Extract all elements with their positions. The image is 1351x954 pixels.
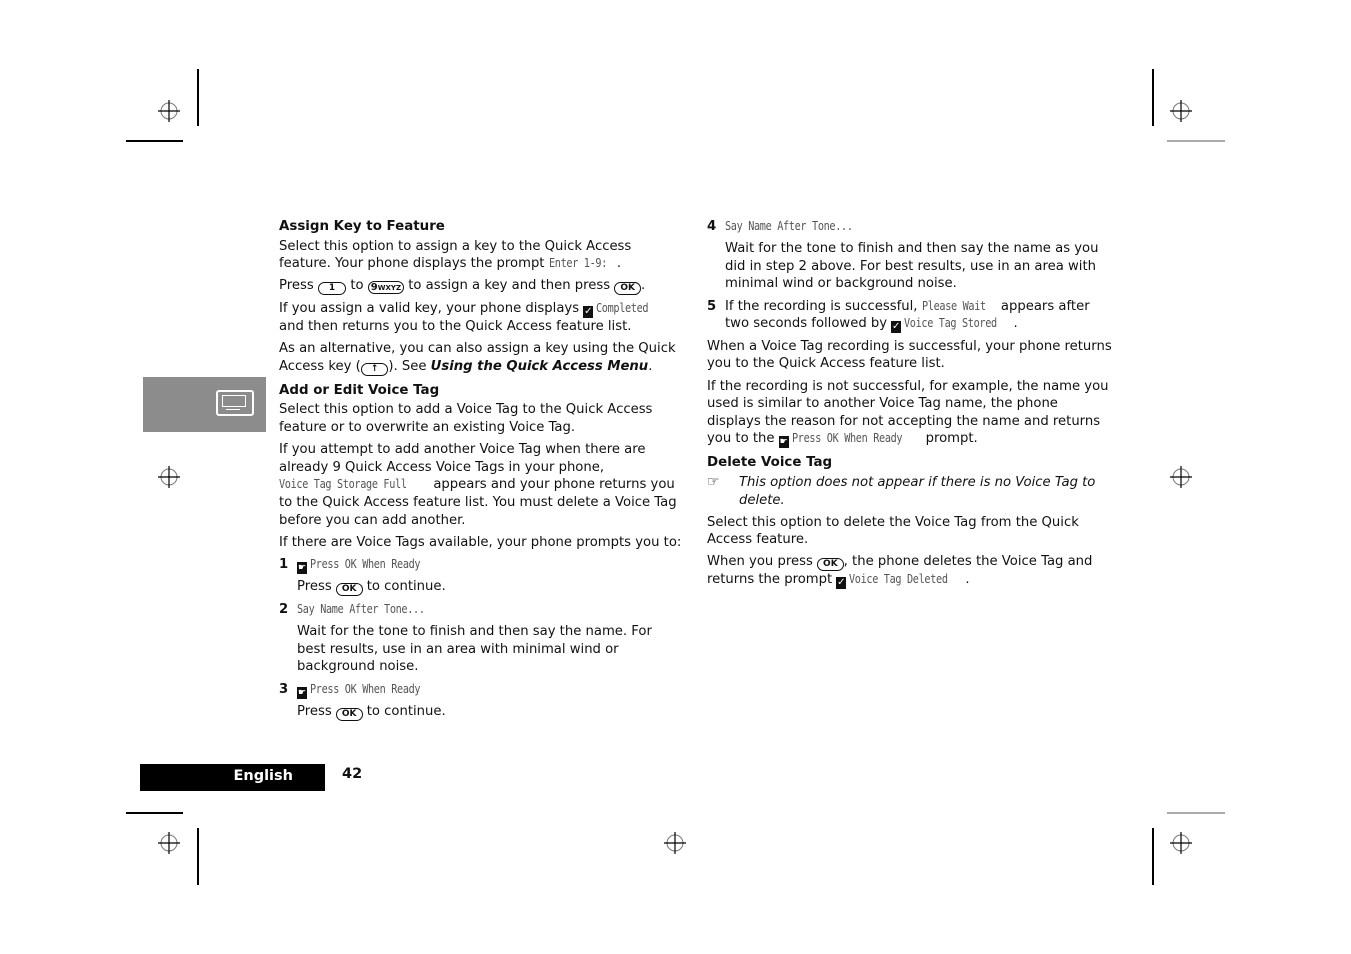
lcd-text: Voice Tag Storage Full (279, 477, 407, 492)
lcd-text: Say Name After Tone... (297, 602, 425, 617)
registration-mark-icon (664, 832, 686, 854)
ok-key-icon: OK (614, 282, 641, 296)
heading-assign-key: Assign Key to Feature (279, 219, 445, 234)
page-number: 42 (342, 766, 363, 782)
note-pointing-hand-icon: ☞ (707, 473, 720, 490)
registration-mark-icon (1170, 832, 1192, 854)
paragraph: As an alternative, you can also assign a… (279, 341, 676, 376)
ok-key-icon: OK (335, 583, 363, 597)
paragraph: Select this option to assign a key to th… (279, 238, 632, 272)
chapter-tab (143, 377, 266, 432)
step-item: 2 Say Name After Tone... Wait for the ton… (279, 602, 652, 675)
registration-mark-icon (1170, 100, 1192, 122)
crop-mark-br-h (1167, 812, 1225, 814)
crop-mark-tl-v (197, 69, 199, 126)
paragraph: When you press OK, the phone deletes the… (707, 554, 1093, 590)
lcd-text: Completed (596, 300, 649, 315)
check-icon: ✓ (583, 305, 594, 318)
paragraph: Press 1 to 9WXYZ to assign a key and the… (279, 278, 646, 296)
lcd-text: Enter 1-9: (548, 256, 607, 271)
quick-access-key-icon: ↑ (360, 362, 389, 376)
lcd-text: Please Wait (921, 298, 986, 313)
pointer-icon: ☛ (297, 561, 307, 574)
paragraph: If there are Voice Tags available, your … (279, 534, 682, 550)
paragraph: If the recording is not successful, for … (707, 378, 1109, 449)
registration-mark-icon (158, 832, 180, 854)
registration-mark-icon (1170, 466, 1192, 488)
crop-mark-br-v (1152, 828, 1154, 885)
crop-mark-tr-h (1167, 140, 1225, 142)
step-item: 3 ☛ Press OK When Ready Press OK to contin… (279, 681, 446, 722)
note: ☞ This option does not appear if there is… (707, 473, 1096, 508)
lcd-text: Press OK When Ready (310, 556, 421, 571)
paragraph: If you assign a valid key, your phone di… (279, 300, 649, 334)
crop-mark-tl-h (126, 140, 183, 142)
key-9-icon: 9WXYZ (367, 281, 405, 295)
step-item: 1 ☛ Press OK When Ready Press OK to contin… (279, 556, 446, 597)
heading-delete: Delete Voice Tag (707, 455, 833, 471)
cross-reference-link[interactable]: Using the Quick Access Menu (431, 359, 649, 374)
left-column: Assign Key to Feature Select this option… (279, 218, 684, 726)
lcd-text: Say Name After Tone... (725, 219, 853, 233)
paragraph: If you attempt to add another Voice Tag … (279, 442, 677, 528)
pointer-icon: ☛ (778, 436, 789, 449)
lcd-text: Voice Tag Deleted (849, 572, 949, 587)
paragraph: Select this option to add a Voice Tag to… (279, 402, 653, 435)
lcd-text: Press OK When Ready (310, 681, 421, 696)
paragraph: When a Voice Tag recording is successful… (707, 338, 1112, 372)
pointer-icon: ☛ (297, 686, 307, 699)
cassette-icon (216, 390, 254, 416)
crop-mark-bl-v (197, 828, 199, 885)
key-1-icon: 1 (317, 282, 347, 296)
crop-mark-bl-h (126, 812, 183, 814)
ok-key-icon: OK (817, 558, 844, 572)
crop-mark-tr-v (1152, 69, 1154, 126)
step-item: 5 If the recording is successful, Please … (707, 298, 1090, 334)
registration-mark-icon (158, 100, 180, 122)
check-icon: ✓ (891, 321, 902, 334)
language-label: English (140, 764, 325, 791)
paragraph: Select this option to delete the Voice T… (707, 514, 1079, 548)
heading-add-edit: Add or Edit Voice Tag (279, 382, 440, 398)
lcd-text: Press OK When Ready (791, 431, 903, 446)
right-column: 4 Say Name After Tone... Wait for the ton… (707, 218, 1112, 594)
check-icon: ✓ (836, 577, 847, 590)
registration-mark-icon (158, 466, 180, 488)
step-item: 4 Say Name After Tone... Wait for the ton… (707, 219, 1099, 292)
lcd-text: Voice Tag Stored (904, 316, 998, 331)
ok-key-icon: OK (335, 708, 363, 722)
